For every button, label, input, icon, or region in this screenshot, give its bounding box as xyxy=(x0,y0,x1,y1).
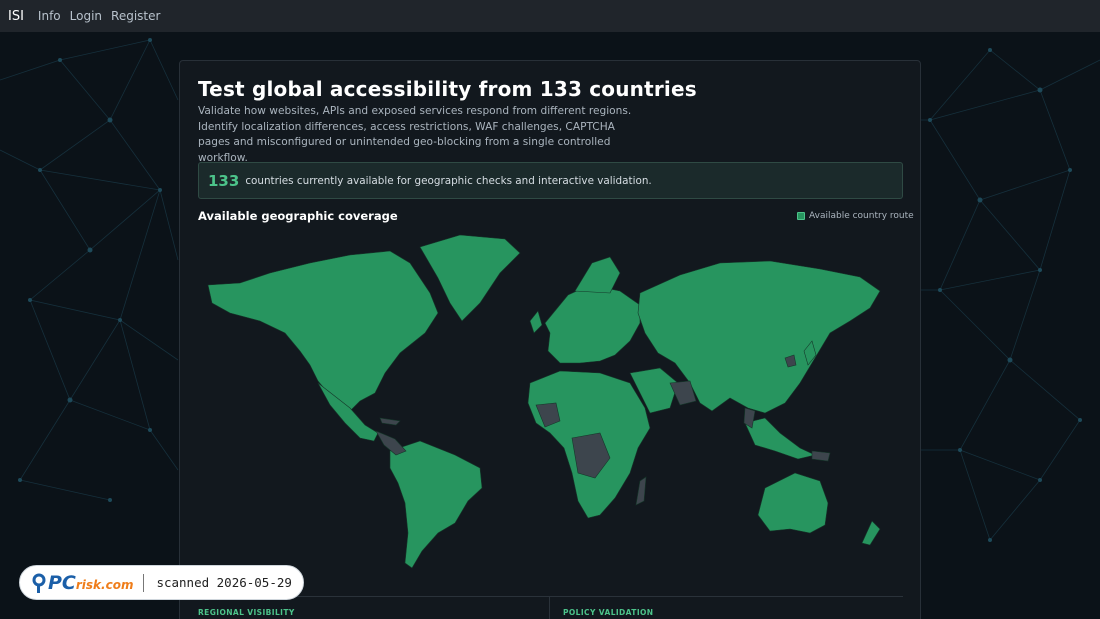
map-region-unavailable-madagascar xyxy=(635,476,647,506)
regional-visibility-label: REGIONAL VISIBILITY xyxy=(198,608,295,617)
map-region-unavailable-papua xyxy=(811,450,831,462)
brand-logo[interactable]: ISI xyxy=(8,9,24,24)
map-region-australia xyxy=(757,472,829,534)
legend-swatch xyxy=(797,212,805,220)
legend-label: Available country route xyxy=(809,211,914,221)
section-column-divider xyxy=(549,597,550,619)
nav-link-login[interactable]: Login xyxy=(70,9,102,23)
country-count-text: countries currently available for geogra… xyxy=(245,174,652,187)
top-navbar: ISI Info Login Register xyxy=(0,0,1100,32)
world-coverage-map[interactable] xyxy=(200,233,900,573)
map-region-south-america xyxy=(389,440,483,569)
page-title: Test global accessibility from 133 count… xyxy=(198,77,697,101)
nav-link-info[interactable]: Info xyxy=(38,9,61,23)
map-region-scandinavia xyxy=(574,256,621,294)
map-region-uk xyxy=(529,310,543,334)
map-region-new-zealand xyxy=(861,520,881,546)
map-legend: Available country route xyxy=(797,211,914,221)
page-description: Validate how websites, APIs and exposed … xyxy=(198,105,632,164)
country-count: 133 xyxy=(208,171,240,190)
magnifier-icon xyxy=(32,573,46,593)
policy-validation-label: POLICY VALIDATION xyxy=(563,608,654,617)
pcrisk-scan-badge: PC risk.com scanned 2026-05-29 xyxy=(19,565,304,600)
country-count-banner: 133 countries currently available for ge… xyxy=(198,162,903,199)
scan-date-text: scanned 2026-05-29 xyxy=(156,575,292,590)
map-region-unavailable-cuba xyxy=(379,417,401,426)
coverage-title: Available geographic coverage xyxy=(198,209,398,223)
map-region-southeast-asia xyxy=(744,417,816,460)
pcrisk-logo: PC risk.com xyxy=(48,571,134,594)
coverage-card: Test global accessibility from 133 count… xyxy=(179,60,921,619)
map-region-europe xyxy=(544,284,641,364)
badge-separator xyxy=(143,573,145,592)
nav-link-register[interactable]: Register xyxy=(111,9,160,23)
